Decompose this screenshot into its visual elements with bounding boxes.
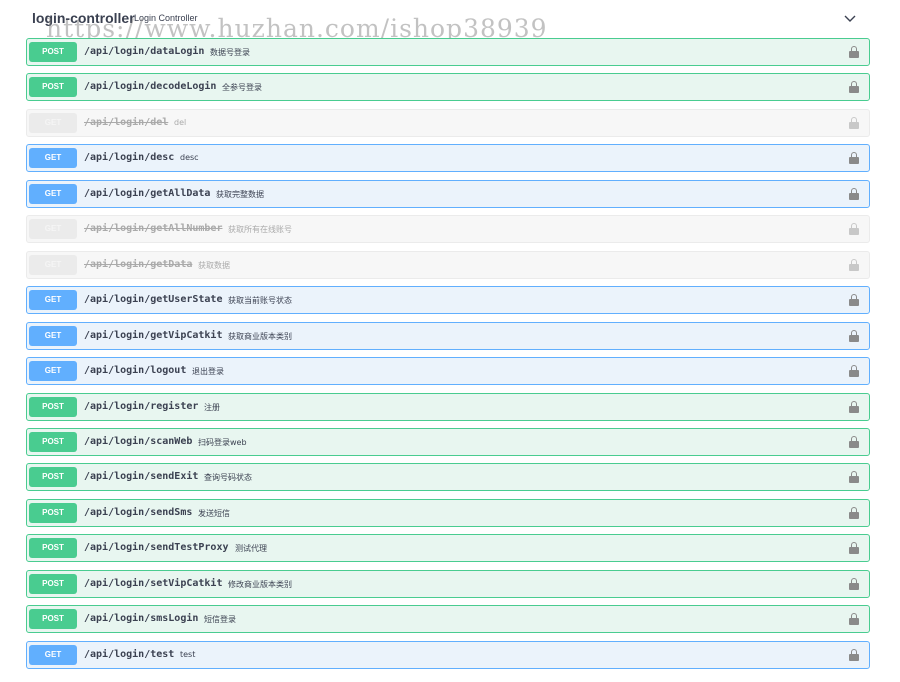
operation-row[interactable]: POST/api/login/register 注册: [26, 393, 870, 421]
operation-summary: 获取所有在线账号: [228, 225, 292, 234]
method-badge: GET: [29, 290, 77, 310]
lock-icon[interactable]: [849, 81, 859, 93]
method-badge: POST: [29, 467, 77, 487]
operation-path: /api/login/sendSms: [84, 507, 193, 518]
operation-row[interactable]: POST/api/login/sendExit 查询号码状态: [26, 463, 870, 491]
operation-summary: 退出登录: [192, 367, 224, 376]
operation-path: /api/login/dataLogin: [84, 46, 205, 57]
operation-row[interactable]: POST/api/login/setVipCatkit 修改商业版本类别: [26, 570, 870, 598]
method-badge: GET: [29, 184, 77, 204]
controller-title: login-controller: [32, 10, 135, 26]
lock-icon[interactable]: [849, 330, 859, 342]
operation-summary: test: [180, 650, 196, 659]
operation-summary: 获取商业版本类别: [228, 332, 292, 341]
lock-icon[interactable]: [849, 436, 859, 448]
operation-path: /api/login/sendTestProxy: [84, 542, 229, 553]
operation-path: /api/login/desc: [84, 152, 175, 163]
operation-summary: 修改商业版本类别: [228, 580, 292, 589]
lock-icon[interactable]: [849, 223, 859, 235]
operation-path: /api/login/register: [84, 401, 199, 412]
lock-icon[interactable]: [849, 401, 859, 413]
operation-row[interactable]: POST/api/login/dataLogin 数据号登录: [26, 38, 870, 66]
operation-summary: del: [174, 118, 187, 127]
method-badge: GET: [29, 148, 77, 168]
method-badge: POST: [29, 538, 77, 558]
lock-icon[interactable]: [849, 507, 859, 519]
operation-row[interactable]: POST/api/login/sendTestProxy 测试代理: [26, 534, 870, 562]
operation-path: /api/login/getVipCatkit: [84, 330, 223, 341]
operation-summary: 获取数据: [198, 261, 230, 270]
method-badge: POST: [29, 397, 77, 417]
method-badge: GET: [29, 219, 77, 239]
method-badge: GET: [29, 326, 77, 346]
method-badge: GET: [29, 645, 77, 665]
operation-row[interactable]: GET/api/login/getAllNumber 获取所有在线账号: [26, 215, 870, 243]
operation-path: /api/login/getAllData: [84, 188, 211, 199]
operation-row[interactable]: GET/api/login/getAllData 获取完整数据: [26, 180, 870, 208]
operation-path: /api/login/test: [84, 649, 175, 660]
method-badge: GET: [29, 361, 77, 381]
lock-icon[interactable]: [849, 46, 859, 58]
lock-icon[interactable]: [849, 294, 859, 306]
operation-summary: 数据号登录: [210, 48, 250, 57]
operation-row[interactable]: GET/api/login/getVipCatkit 获取商业版本类别: [26, 322, 870, 350]
operation-row[interactable]: GET/api/login/getData 获取数据: [26, 251, 870, 279]
operation-path: /api/login/logout: [84, 365, 187, 376]
operation-summary: desc: [180, 153, 199, 162]
controller-subtitle: Login Controller: [134, 13, 198, 23]
method-badge: POST: [29, 503, 77, 523]
lock-icon[interactable]: [849, 188, 859, 200]
lock-icon[interactable]: [849, 578, 859, 590]
operation-path: /api/login/scanWeb: [84, 436, 193, 447]
operation-summary: 查询号码状态: [204, 473, 252, 482]
operation-summary: 测试代理: [235, 544, 267, 553]
operation-row[interactable]: GET/api/login/desc desc: [26, 144, 870, 172]
lock-icon[interactable]: [849, 613, 859, 625]
method-badge: POST: [29, 574, 77, 594]
operation-row[interactable]: GET/api/login/logout 退出登录: [26, 357, 870, 385]
operation-row[interactable]: POST/api/login/decodeLogin 全参号登录: [26, 73, 870, 101]
operation-row[interactable]: POST/api/login/sendSms 发送短信: [26, 499, 870, 527]
lock-icon[interactable]: [849, 152, 859, 164]
lock-icon[interactable]: [849, 649, 859, 661]
method-badge: POST: [29, 432, 77, 452]
operation-summary: 短信登录: [204, 615, 236, 624]
operation-path: /api/login/sendExit: [84, 471, 199, 482]
controller-header[interactable]: login-controller Login Controller: [26, 0, 870, 38]
operation-row[interactable]: POST/api/login/scanWeb 扫码登录web: [26, 428, 870, 456]
operation-summary: 获取完整数据: [216, 190, 264, 199]
lock-icon[interactable]: [849, 259, 859, 271]
operation-summary: 全参号登录: [222, 83, 262, 92]
lock-icon[interactable]: [849, 471, 859, 483]
method-badge: GET: [29, 255, 77, 275]
method-badge: POST: [29, 42, 77, 62]
operation-path: /api/login/getAllNumber: [84, 223, 223, 234]
operation-summary: 获取当前账号状态: [228, 296, 292, 305]
method-badge: GET: [29, 113, 77, 133]
operation-summary: 注册: [204, 403, 220, 412]
operation-row[interactable]: POST/api/login/smsLogin 短信登录: [26, 605, 870, 633]
lock-icon[interactable]: [849, 542, 859, 554]
operation-path: /api/login/smsLogin: [84, 613, 199, 624]
method-badge: POST: [29, 609, 77, 629]
operation-path: /api/login/del: [84, 117, 169, 128]
operation-summary: 扫码登录web: [198, 438, 247, 447]
lock-icon[interactable]: [849, 365, 859, 377]
operation-row[interactable]: GET/api/login/test test: [26, 641, 870, 669]
operation-row[interactable]: GET/api/login/getUserState 获取当前账号状态: [26, 286, 870, 314]
operation-path: /api/login/setVipCatkit: [84, 578, 223, 589]
chevron-down-icon[interactable]: [844, 12, 856, 24]
operation-path: /api/login/getData: [84, 259, 193, 270]
operation-summary: 发送短信: [198, 509, 230, 518]
operation-path: /api/login/getUserState: [84, 294, 223, 305]
method-badge: POST: [29, 77, 77, 97]
lock-icon[interactable]: [849, 117, 859, 129]
operation-row[interactable]: GET/api/login/del del: [26, 109, 870, 137]
operation-path: /api/login/decodeLogin: [84, 81, 217, 92]
